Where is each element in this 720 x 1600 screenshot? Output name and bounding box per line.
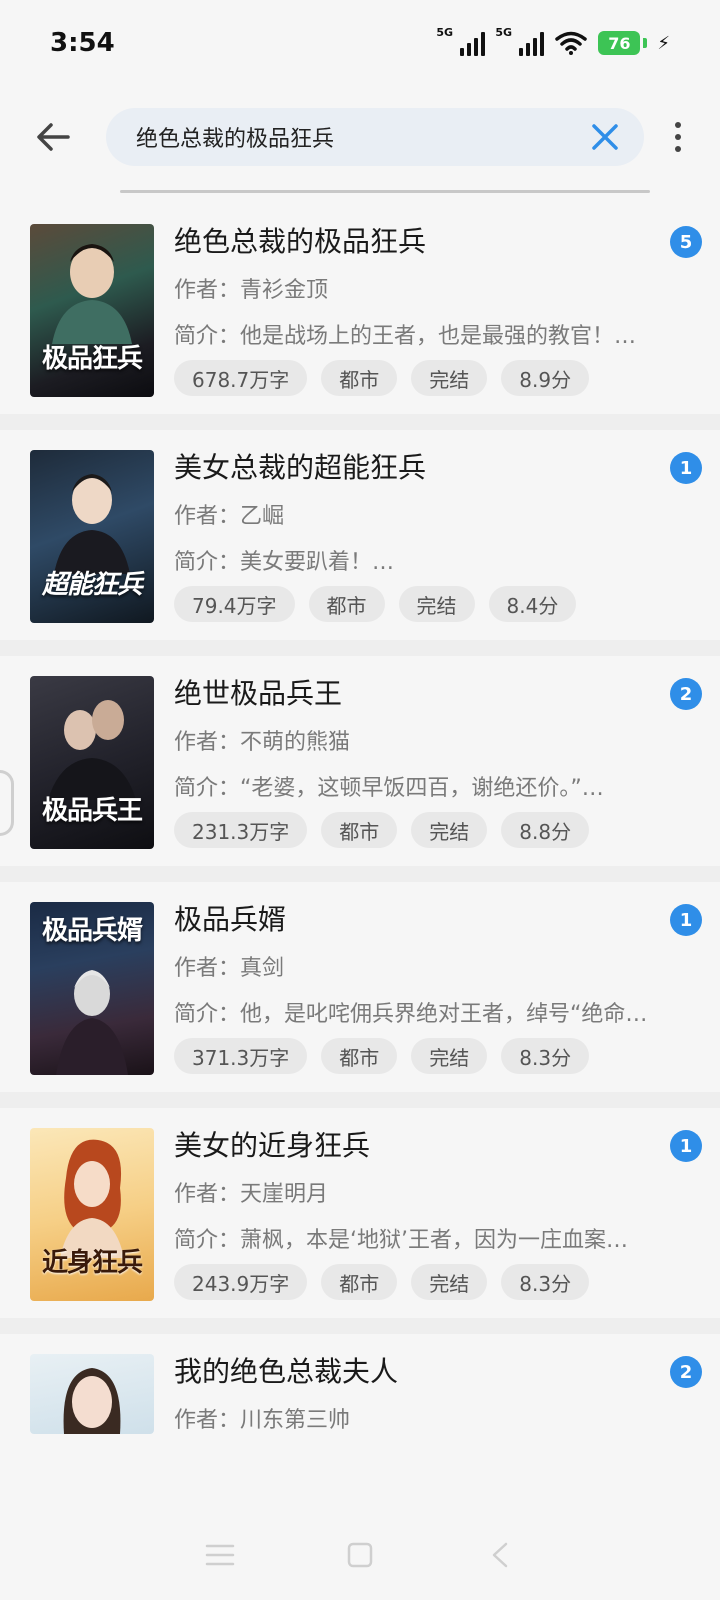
home-button[interactable] [340,1535,380,1575]
list-item[interactable]: 极品狂兵 绝色总裁的极品狂兵 作者：青衫金顶 简介：他是战场上的王者，也是最强的… [0,204,720,430]
score-tag: 8.4分 [488,586,577,622]
signal-icon: 5G [495,26,545,56]
clear-button[interactable] [588,120,622,154]
system-nav-bar [0,1510,720,1600]
count-badge: 1 [670,1130,702,1162]
more-dots-icon [675,122,681,128]
book-cover[interactable]: 极品兵王 [30,676,154,849]
back-chevron-icon [492,1542,508,1568]
system-back-button[interactable] [480,1535,520,1575]
book-author: 作者：川东第三帅 [174,1408,351,1433]
book-intro: 简介：他，是叱咤佣兵界绝对王者，绰号“绝命… [174,1002,648,1027]
score-tag: 8.8分 [501,812,590,848]
status-tag: 完结 [411,812,488,848]
book-title: 极品兵婿 [174,903,287,936]
book-title: 我的绝色总裁夫人 [174,1355,399,1388]
score-tag: 8.3分 [501,1264,590,1300]
count-badge: 2 [670,1356,702,1388]
genre-tag: 都市 [321,812,398,848]
book-cover[interactable]: 近身狂兵 [30,1128,154,1301]
book-intro: 简介：萧枫，本是‘地狱’王者，因为一庄血案… [174,1228,628,1253]
book-cover[interactable]: 极品狂兵 [30,224,154,397]
tag-row: 678.7万字 都市 完结 8.9分 [174,360,590,396]
status-icons: 5G 5G 76 ⚡ [436,26,670,57]
close-icon [592,124,618,150]
book-title: 绝世极品兵王 [174,677,343,710]
status-tag: 完结 [411,360,488,396]
count-badge: 2 [670,678,702,710]
recents-button[interactable] [200,1535,240,1575]
status-tag: 完结 [411,1038,488,1074]
home-square-icon [347,1542,373,1568]
cover-title: 极品兵王 [41,796,143,826]
word-count-tag: 371.3万字 [174,1038,308,1074]
count-badge: 1 [670,452,702,484]
word-count-tag: 231.3万字 [174,812,308,848]
back-arrow-icon [37,123,70,151]
result-list: 极品狂兵 绝色总裁的极品狂兵 作者：青衫金顶 简介：他是战场上的王者，也是最强的… [0,204,720,1560]
book-intro: 简介：“老婆，这顿早饭四百，谢绝还价。”… [174,776,604,801]
cover-title: 极品狂兵 [41,344,143,374]
genre-tag: 都市 [308,586,385,622]
side-drag-handle[interactable] [0,770,14,836]
score-tag: 8.9分 [501,360,590,396]
book-cover[interactable]: 极品兵婿 [30,902,154,1075]
genre-tag: 都市 [321,1038,398,1074]
list-item[interactable]: 近身狂兵 美女的近身狂兵 作者：天崖明月 简介：萧枫，本是‘地狱’王者，因为一庄… [0,1108,720,1334]
book-cover[interactable] [30,1354,154,1434]
status-time: 3:54 [50,28,115,58]
list-item[interactable]: 极品兵王 绝世极品兵王 作者：不萌的熊猫 简介：“老婆，这顿早饭四百，谢绝还价。… [0,656,720,882]
signal-icon: 5G [436,26,486,56]
count-badge: 1 [670,904,702,936]
divider-line [120,190,650,193]
tag-row: 243.9万字 都市 完结 8.3分 [174,1264,590,1300]
cover-title: 极品兵婿 [41,916,143,946]
status-bar: 3:54 5G 5G 76 ⚡ [0,0,720,86]
charging-icon: ⚡ [657,32,670,54]
tag-row: 371.3万字 都市 完结 8.3分 [174,1038,590,1074]
book-title: 美女总裁的超能狂兵 [174,451,427,484]
menu-icon [205,1544,235,1566]
genre-tag: 都市 [321,1264,398,1300]
cover-title: 近身狂兵 [41,1248,143,1278]
status-tag: 完结 [411,1264,488,1300]
book-cover[interactable]: 超能狂兵 [30,450,154,623]
more-options-button[interactable] [662,114,694,160]
tag-row: 231.3万字 都市 完结 8.8分 [174,812,590,848]
genre-tag: 都市 [321,360,398,396]
word-count-tag: 79.4万字 [174,586,295,622]
tag-row: 79.4万字 都市 完结 8.4分 [174,586,577,622]
count-badge: 5 [670,226,702,258]
word-count-tag: 678.7万字 [174,360,308,396]
score-tag: 8.3分 [501,1038,590,1074]
back-button[interactable] [30,114,76,160]
book-title: 绝色总裁的极品狂兵 [174,225,427,258]
word-count-tag: 243.9万字 [174,1264,308,1300]
book-author: 作者：乙崛 [174,504,285,529]
wifi-icon [554,29,588,57]
book-intro: 简介：他是战场上的王者，也是最强的教官！… [174,324,637,349]
search-header: 绝色总裁的极品狂兵 [0,100,720,192]
list-item[interactable]: 极品兵婿 极品兵婿 作者：真剑 简介：他，是叱咤佣兵界绝对王者，绰号“绝命… 3… [0,882,720,1108]
battery-icon: 76 [598,31,648,55]
book-author: 作者：真剑 [174,956,285,981]
status-tag: 完结 [398,586,475,622]
book-author: 作者：青衫金顶 [174,278,329,303]
search-input[interactable]: 绝色总裁的极品狂兵 [106,108,644,166]
book-author: 作者：天崖明月 [174,1182,329,1207]
book-author: 作者：不萌的熊猫 [174,730,351,755]
list-item[interactable]: 超能狂兵 美女总裁的超能狂兵 作者：乙崛 简介：美女要趴着！… 79.4万字 都… [0,430,720,656]
cover-title: 超能狂兵 [41,570,143,600]
book-intro: 简介：美女要趴着！… [174,550,395,575]
search-query: 绝色总裁的极品狂兵 [136,127,335,152]
book-title: 美女的近身狂兵 [174,1129,371,1162]
